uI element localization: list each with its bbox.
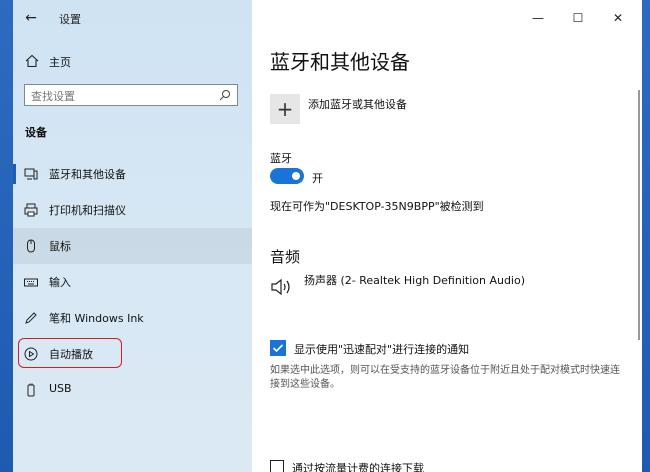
sidebar-item-label: 笔和 Windows Ink	[49, 312, 144, 325]
title-bar: ← 设置	[13, 0, 252, 36]
back-arrow-icon[interactable]: ←	[23, 10, 39, 26]
minimize-icon[interactable]: —	[528, 8, 548, 28]
sidebar-item-bluetooth[interactable]: 蓝牙和其他设备	[13, 156, 252, 192]
usb-icon	[27, 383, 35, 397]
sidebar-item-label: 输入	[49, 276, 71, 289]
printer-icon	[24, 203, 38, 217]
mouse-icon	[27, 239, 35, 253]
search-icon[interactable]	[219, 89, 231, 101]
sidebar-item-usb[interactable]: USB	[13, 372, 252, 408]
sidebar-item-typing[interactable]: 输入	[13, 264, 252, 300]
sidebar-item-label: 打印机和扫描仪	[49, 204, 126, 217]
checkmark-icon	[272, 344, 284, 353]
pen-icon	[25, 312, 37, 324]
add-device-button[interactable]: +	[270, 94, 300, 124]
sidebar-item-pen[interactable]: 笔和 Windows Ink	[13, 300, 252, 336]
speaker-device-label[interactable]: 扬声器 (2- Realtek High Definition Audio)	[304, 272, 525, 288]
window-controls: — ☐ ✕	[522, 0, 642, 36]
sidebar-item-mouse[interactable]: 鼠标	[13, 228, 252, 264]
swift-pair-label[interactable]: 显示使用"迅速配对"进行连接的通知	[294, 341, 469, 357]
close-icon[interactable]: ✕	[608, 8, 628, 28]
speaker-icon[interactable]	[270, 276, 296, 298]
sidebar-item-label: 蓝牙和其他设备	[49, 168, 126, 181]
desktop-background-right	[642, 0, 650, 472]
sidebar-item-label: USB	[49, 382, 72, 395]
settings-window: ← 设置 主页 设备 蓝牙和其他设备	[13, 0, 642, 472]
app-title: 设置	[59, 13, 81, 26]
keyboard-icon	[24, 278, 38, 287]
plus-icon: +	[276, 97, 294, 121]
bluetooth-toggle-state: 开	[312, 172, 323, 185]
desktop-background-left	[0, 0, 13, 472]
metered-connection-label[interactable]: 通过按流量计费的连接下载	[292, 460, 424, 472]
swift-pair-description: 如果选中此选项，则可以在受支持的蓝牙设备位于附近且处于配对模式时快速连接到这些设…	[270, 365, 620, 390]
bluetooth-label: 蓝牙	[270, 152, 292, 165]
audio-heading: 音频	[270, 248, 301, 266]
bluetooth-devices-icon	[24, 168, 38, 180]
scrollbar[interactable]	[638, 90, 640, 340]
swift-pair-checkbox[interactable]	[270, 340, 286, 356]
main-content: — ☐ ✕ 蓝牙和其他设备 + 添加蓝牙或其他设备 蓝牙 开 现在可作为"DES…	[252, 0, 642, 472]
sidebar-item-home[interactable]: 主页	[13, 50, 252, 74]
sidebar: ← 设置 主页 设备 蓝牙和其他设备	[13, 0, 252, 472]
page-title: 蓝牙和其他设备	[270, 50, 410, 74]
section-label-devices: 设备	[25, 126, 47, 139]
maximize-icon[interactable]: ☐	[568, 8, 588, 28]
home-icon	[25, 54, 39, 68]
add-device-label[interactable]: 添加蓝牙或其他设备	[308, 96, 407, 112]
bluetooth-toggle[interactable]	[270, 168, 304, 184]
discoverable-status: 现在可作为"DESKTOP-35N9BPP"被检测到	[270, 200, 484, 213]
search-box[interactable]	[24, 84, 238, 106]
metered-connection-checkbox[interactable]	[270, 460, 284, 472]
sidebar-item-printers[interactable]: 打印机和扫描仪	[13, 192, 252, 228]
sidebar-item-label: 鼠标	[49, 240, 71, 253]
home-label: 主页	[49, 56, 71, 69]
search-input[interactable]	[31, 87, 211, 106]
annotation-highlight-box	[18, 338, 122, 368]
